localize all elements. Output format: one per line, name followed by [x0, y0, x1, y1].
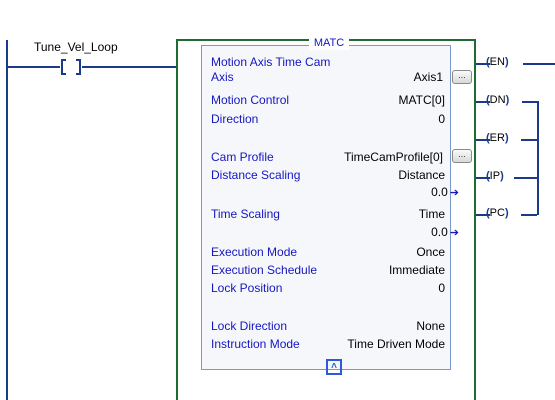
field-label-motion-control: Motion Control	[211, 93, 290, 107]
output-coil-icon: )	[500, 170, 504, 182]
field-value-execution-mode[interactable]: Once	[416, 245, 445, 259]
output-coil-icon: )	[504, 132, 509, 144]
time-scaling-live-value: 0.0 ➔	[431, 225, 459, 239]
output-ip-label: IP	[489, 170, 501, 182]
output-wire-dn-right	[522, 101, 538, 103]
contact-tag-label[interactable]: Tune_Vel_Loop	[34, 40, 118, 54]
output-en: (EN)	[486, 56, 509, 68]
field-label-execution-schedule: Execution Schedule	[211, 263, 318, 277]
field-value-lock-direction[interactable]: None	[416, 319, 445, 333]
field-value-time-scaling[interactable]: Time	[419, 207, 445, 221]
output-branch-wire	[537, 101, 539, 215]
left-arrow-icon: ➔	[449, 187, 459, 199]
field-label-instruction-mode: Instruction Mode	[211, 337, 300, 351]
instruction-mnemonic: MATC	[313, 37, 345, 49]
field-label-axis: Axis	[211, 70, 234, 84]
output-er: (ER)	[486, 132, 509, 144]
left-power-rail	[6, 40, 8, 400]
xic-contact-icon[interactable]	[60, 58, 82, 76]
distance-scaling-live-value: 0.0 ➔	[431, 185, 459, 199]
output-dn: (DN)	[486, 94, 509, 106]
double-chevron-up-icon[interactable]: ˄	[326, 359, 342, 375]
output-en-label: EN	[489, 56, 505, 68]
output-pc-label: PC	[489, 207, 505, 219]
output-wire-pc-right	[521, 214, 537, 216]
axis-browse-button[interactable]: ...	[452, 70, 472, 84]
field-label-time-scaling: Time Scaling	[211, 207, 280, 221]
field-value-distance-scaling[interactable]: Distance	[398, 168, 445, 182]
output-ip: (IP)	[486, 170, 504, 182]
rung-wire-middle	[82, 66, 178, 68]
field-label-cam-profile: Cam Profile	[211, 150, 274, 164]
output-wire-er-right	[521, 139, 537, 141]
field-label-direction: Direction	[211, 112, 259, 126]
cam-profile-browse-button[interactable]: ...	[452, 149, 472, 163]
output-er-label: ER	[489, 132, 505, 144]
field-label-lock-position: Lock Position	[211, 281, 283, 295]
output-dn-label: DN	[489, 94, 506, 106]
field-value-axis[interactable]: Axis1	[414, 70, 443, 84]
field-label-lock-direction: Lock Direction	[211, 319, 288, 333]
output-coil-icon: )	[504, 207, 509, 219]
output-wire-ip-right	[514, 177, 538, 179]
field-value-direction[interactable]: 0	[438, 112, 445, 126]
left-arrow-icon: ➔	[449, 227, 459, 239]
output-wire-en-right	[523, 63, 555, 65]
time-scaling-number: 0.0	[431, 225, 448, 239]
field-label-distance-scaling: Distance Scaling	[211, 168, 301, 182]
distance-scaling-number: 0.0	[431, 185, 448, 199]
field-value-execution-schedule[interactable]: Immediate	[389, 263, 445, 277]
field-value-lock-position[interactable]: 0	[438, 281, 445, 295]
rung-wire-left	[8, 66, 60, 68]
field-value-instruction-mode[interactable]: Time Driven Mode	[347, 337, 445, 351]
field-label-execution-mode: Execution Mode	[211, 245, 298, 259]
field-value-motion-control[interactable]: MATC[0]	[399, 93, 445, 107]
output-pc: (PC)	[486, 207, 509, 219]
output-coil-icon: )	[505, 94, 510, 106]
output-coil-icon: )	[504, 56, 509, 68]
instruction-title: Motion Axis Time Cam	[211, 55, 331, 69]
field-value-cam-profile[interactable]: TimeCamProfile[0]	[344, 150, 443, 164]
